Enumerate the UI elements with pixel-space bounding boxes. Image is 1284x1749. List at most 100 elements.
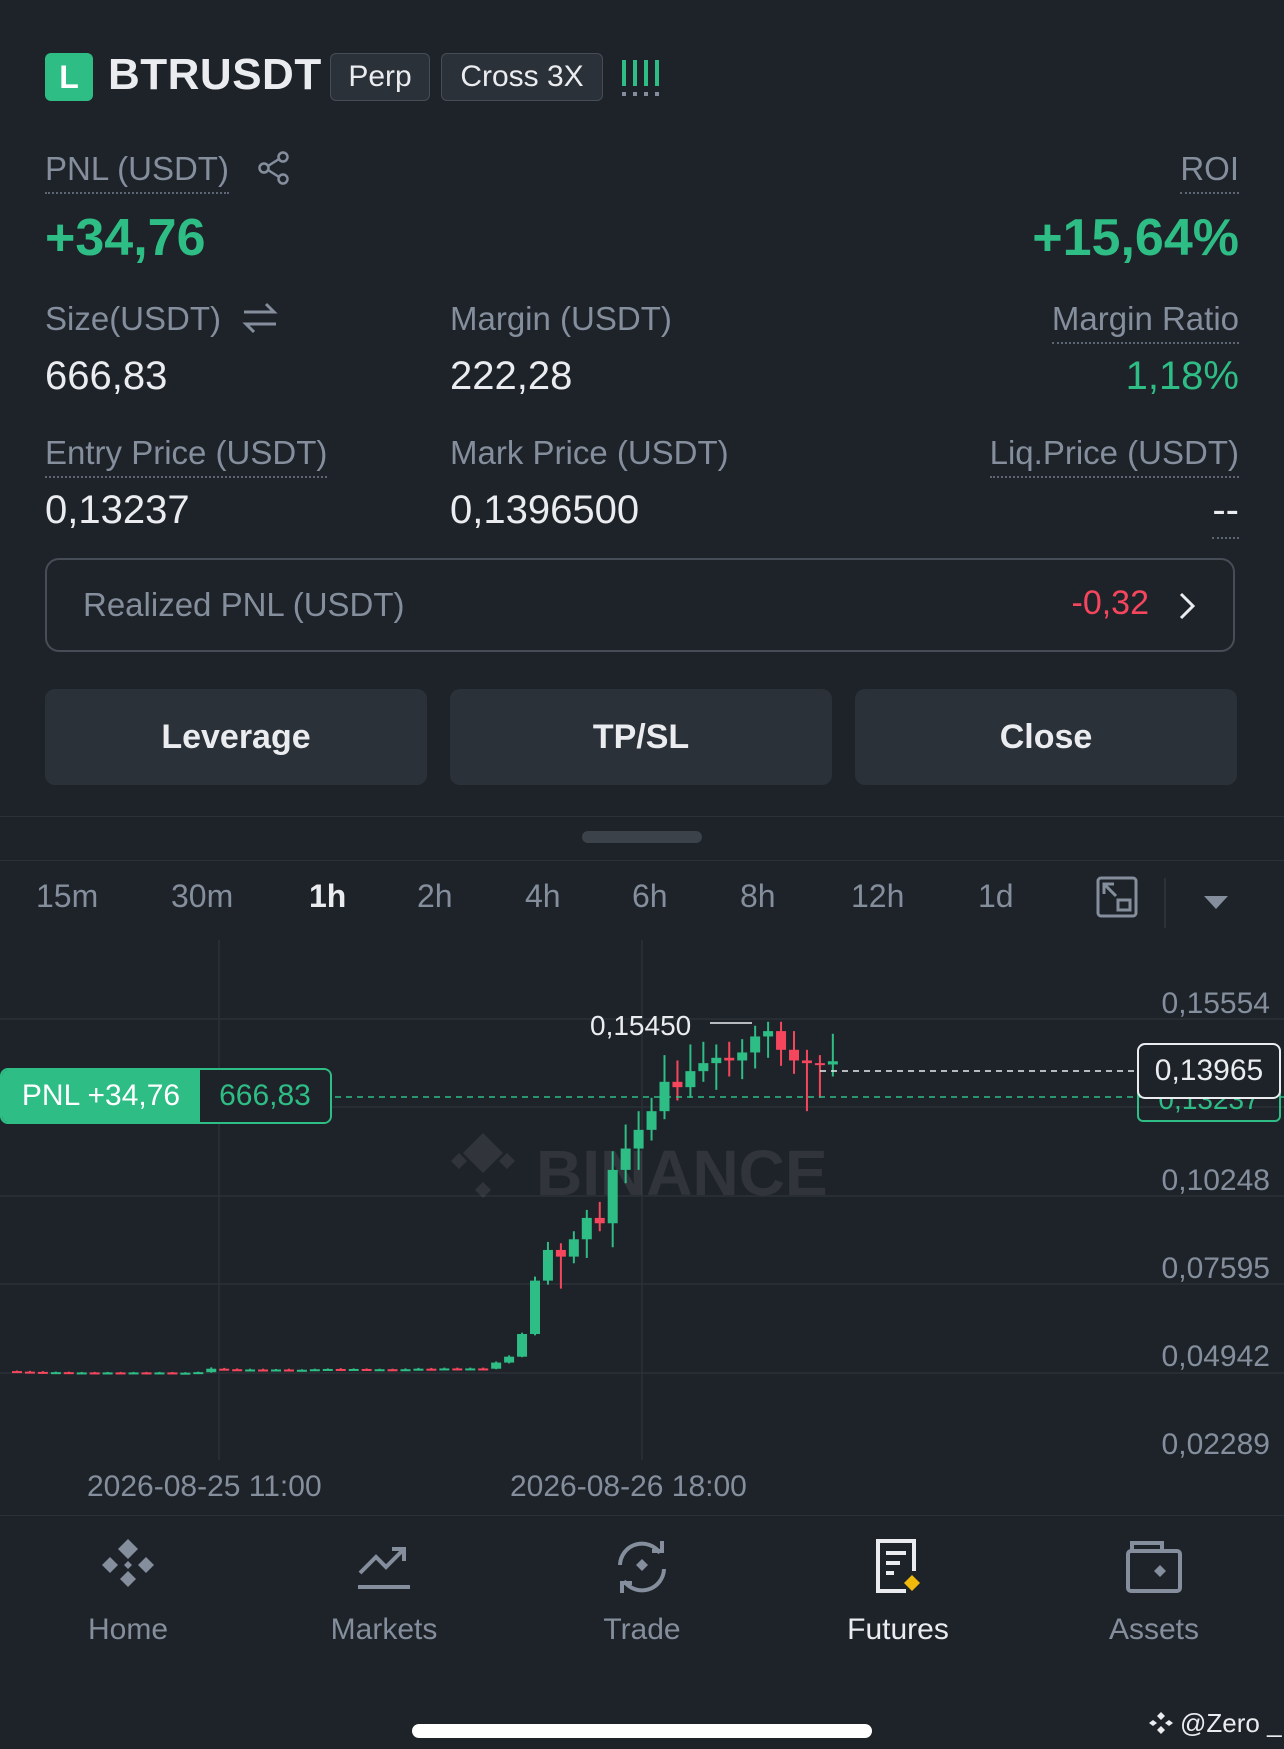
candle-up <box>750 1036 761 1053</box>
long-badge: L <box>45 53 93 101</box>
nav-divider <box>0 1515 1284 1516</box>
caret-down-icon[interactable] <box>1204 894 1228 910</box>
tab-30m[interactable]: 30m <box>171 878 233 915</box>
tab-2h[interactable]: 2h <box>417 878 453 915</box>
price-chart[interactable]: BINANCE 0,15450 <box>0 940 1284 1460</box>
nav-home[interactable]: Home <box>38 1535 218 1647</box>
pnl-chart-tag-value: PNL +34,76 <box>2 1070 200 1122</box>
symbol-title[interactable]: BTRUSDT <box>108 50 322 100</box>
tab-12h[interactable]: 12h <box>851 878 904 915</box>
pnl-label[interactable]: PNL (USDT) <box>45 150 229 194</box>
tab-1d[interactable]: 1d <box>978 878 1014 915</box>
candle-up <box>193 1372 204 1375</box>
candle-up <box>128 1372 139 1375</box>
candle-down <box>426 1368 437 1371</box>
candle-down <box>801 1060 812 1064</box>
tab-15m[interactable]: 15m <box>36 878 98 915</box>
tab-1h[interactable]: 1h <box>309 878 346 915</box>
candle-down <box>89 1372 100 1375</box>
tab-separator <box>1164 878 1166 928</box>
x-axis-label: 2026-08-25 11:00 <box>87 1470 322 1503</box>
last-price-tag[interactable]: 0,13965 <box>1137 1043 1281 1099</box>
home-indicator[interactable] <box>412 1724 872 1738</box>
nav-home-label: Home <box>87 1613 169 1646</box>
assets-icon <box>1126 1541 1182 1593</box>
candle-up <box>763 1031 774 1037</box>
margin-value: 222,28 <box>450 354 573 398</box>
candle-up <box>180 1372 191 1375</box>
margin-mode-tag[interactable]: Cross 3X <box>441 53 603 101</box>
candle-down <box>361 1368 372 1371</box>
candle-up <box>322 1368 333 1371</box>
signal-strength-icon <box>622 60 659 96</box>
section-divider <box>0 816 1284 817</box>
nav-futures-label: Futures <box>847 1613 949 1646</box>
tab-8h[interactable]: 8h <box>740 878 776 915</box>
size-label: Size(USDT) <box>45 300 222 337</box>
candle-up <box>245 1369 256 1372</box>
binance-logo-icon <box>1149 1712 1173 1734</box>
high-price-label: 0,15450 <box>590 1010 691 1041</box>
candle-down <box>283 1369 294 1372</box>
candle-up <box>827 1061 838 1065</box>
candle-up <box>568 1239 579 1257</box>
candle-up <box>76 1372 87 1375</box>
candle-down <box>555 1249 566 1257</box>
nav-trade[interactable]: Trade <box>552 1535 732 1647</box>
candle-down <box>478 1368 489 1371</box>
pnl-chart-tag[interactable]: PNL +34,76 666,83 <box>0 1068 332 1124</box>
candle-up <box>607 1169 618 1224</box>
trade-icon <box>618 1541 666 1593</box>
nav-futures[interactable]: Futures <box>808 1535 988 1647</box>
candle-up <box>581 1217 592 1240</box>
candle-up <box>646 1111 657 1130</box>
home-icon <box>102 1539 154 1587</box>
candle-up <box>737 1052 748 1061</box>
margin-label: Margin (USDT) <box>450 300 672 337</box>
nav-assets[interactable]: Assets <box>1064 1535 1244 1647</box>
roi-value: +15,64% <box>1032 209 1239 267</box>
margin-ratio-label[interactable]: Margin Ratio <box>1051 300 1239 344</box>
candle-down <box>167 1372 178 1375</box>
section-divider <box>0 860 1284 861</box>
candle-down <box>814 1063 825 1066</box>
tpsl-button[interactable]: TP/SL <box>450 689 832 785</box>
leverage-button[interactable]: Leverage <box>45 689 427 785</box>
candle-up <box>465 1368 476 1371</box>
futures-icon <box>876 1539 920 1593</box>
entry-price-label[interactable]: Entry Price (USDT) <box>45 434 328 478</box>
candle-down <box>12 1371 22 1374</box>
candle-up <box>517 1334 528 1357</box>
candle-down <box>258 1369 269 1372</box>
roi-label[interactable]: ROI <box>1180 150 1239 194</box>
tab-6h[interactable]: 6h <box>632 878 668 915</box>
y-axis-label: 0,07595 <box>1161 1252 1270 1285</box>
realized-pnl-row[interactable]: Realized PNL (USDT) -0,32 <box>45 558 1235 652</box>
share-icon[interactable] <box>256 150 292 186</box>
drag-handle[interactable] <box>582 831 702 843</box>
swap-icon[interactable] <box>240 300 280 336</box>
pnl-chart-tag-size: 666,83 <box>200 1070 330 1122</box>
candle-down <box>789 1049 799 1061</box>
y-axis-label: 0,15554 <box>1161 987 1270 1020</box>
perp-tag: Perp <box>330 53 430 101</box>
candle-up <box>348 1368 359 1371</box>
fullscreen-icon[interactable] <box>1096 876 1138 918</box>
realized-pnl-value: -0,32 <box>1071 584 1150 622</box>
candle-up <box>530 1280 540 1335</box>
margin-ratio-value: 1,18% <box>1125 354 1239 398</box>
liq-price-label[interactable]: Liq.Price (USDT) <box>989 434 1239 478</box>
candle-up <box>685 1071 696 1088</box>
candle-down <box>724 1057 735 1061</box>
candle-up <box>491 1362 502 1369</box>
candle-up <box>206 1368 217 1373</box>
candle-down <box>594 1217 605 1224</box>
candle-up <box>698 1063 709 1072</box>
nav-markets[interactable]: Markets <box>294 1535 474 1647</box>
candle-down <box>115 1372 126 1375</box>
candle-up <box>633 1129 644 1149</box>
candle-up <box>271 1369 281 1372</box>
close-position-button[interactable]: Close <box>855 689 1237 785</box>
tab-4h[interactable]: 4h <box>525 878 561 915</box>
candle-down <box>387 1369 398 1372</box>
